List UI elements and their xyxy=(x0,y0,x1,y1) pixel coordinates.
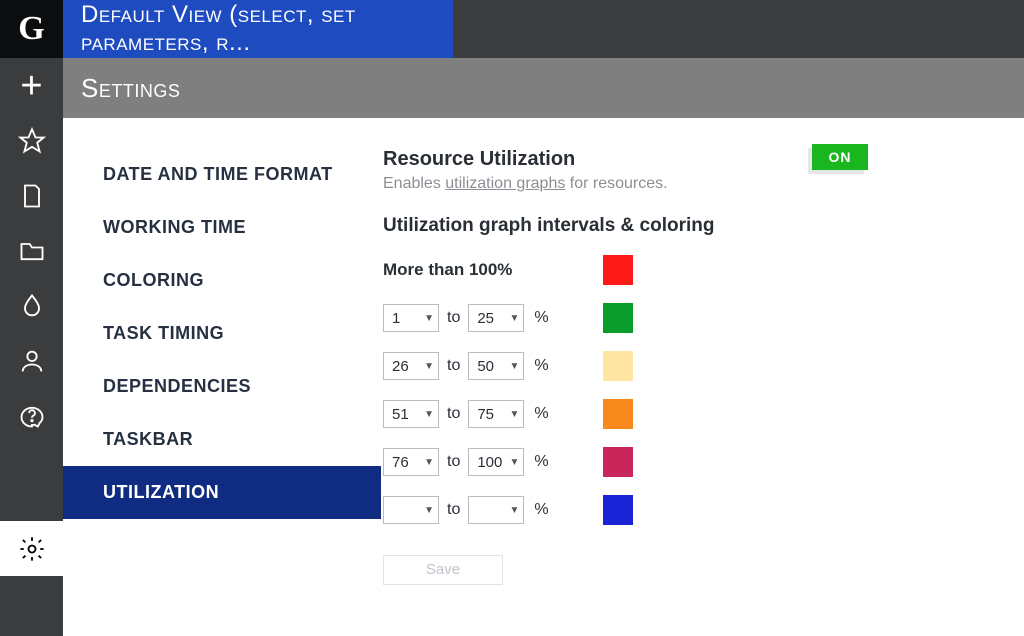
utilization-panel: Resource Utilization Enables utilization… xyxy=(381,118,1024,636)
interval-row-3: 51▼ to 75▼ % xyxy=(383,399,1004,429)
panel-description: Enables utilization graphs for resources… xyxy=(383,175,788,193)
interval-row-overflow: More than 100% xyxy=(383,255,1004,285)
to-label: to xyxy=(447,357,460,375)
tab-date-time-format[interactable]: DATE AND TIME FORMAT xyxy=(63,148,381,201)
interval-row-1: 1▼ to 25▼ % xyxy=(383,303,1004,333)
interval-3-to-select[interactable]: 75▼ xyxy=(468,400,524,428)
utilization-graphs-link[interactable]: utilization graphs xyxy=(445,175,565,192)
folder-icon[interactable] xyxy=(0,223,63,278)
chevron-down-icon: ▼ xyxy=(424,409,434,420)
chevron-down-icon: ▼ xyxy=(509,409,519,420)
interval-row-2: 26▼ to 50▼ % xyxy=(383,351,1004,381)
interval-2-to-select[interactable]: 50▼ xyxy=(468,352,524,380)
toggle-on-label: ON xyxy=(812,144,868,170)
interval-4-to-select[interactable]: 100▼ xyxy=(468,448,524,476)
resource-utilization-toggle[interactable]: ON xyxy=(808,148,864,174)
to-label: to xyxy=(447,309,460,327)
panel-title: Resource Utilization xyxy=(383,148,788,171)
chevron-down-icon: ▼ xyxy=(509,505,519,516)
interval-5-from-select[interactable]: ▼ xyxy=(383,496,439,524)
interval-row-5: ▼ to ▼ % xyxy=(383,495,1004,525)
color-swatch-4[interactable] xyxy=(603,447,633,477)
color-swatch-5[interactable] xyxy=(603,495,633,525)
interval-2-from-select[interactable]: 26▼ xyxy=(383,352,439,380)
color-swatch-3[interactable] xyxy=(603,399,633,429)
file-icon[interactable] xyxy=(0,168,63,223)
more-than-label: More than 100% xyxy=(383,260,593,280)
color-swatch-2[interactable] xyxy=(603,351,633,381)
title-area: Default View (select, set parameters, r.… xyxy=(63,0,1024,58)
interval-3-from-select[interactable]: 51▼ xyxy=(383,400,439,428)
save-button[interactable]: Save xyxy=(383,555,503,585)
chevron-down-icon: ▼ xyxy=(424,313,434,324)
percent-label: % xyxy=(534,405,548,423)
chevron-down-icon: ▼ xyxy=(509,457,519,468)
star-icon[interactable] xyxy=(0,113,63,168)
to-label: to xyxy=(447,501,460,519)
tab-utilization[interactable]: UTILIZATION xyxy=(63,466,381,519)
intervals-heading: Utilization graph intervals & coloring xyxy=(383,215,1004,237)
gear-icon[interactable] xyxy=(0,521,63,576)
chevron-down-icon: ▼ xyxy=(509,361,519,372)
percent-label: % xyxy=(534,309,548,327)
percent-label: % xyxy=(534,357,548,375)
color-swatch-overflow[interactable] xyxy=(603,255,633,285)
percent-label: % xyxy=(534,453,548,471)
user-icon[interactable] xyxy=(0,333,63,388)
chevron-down-icon: ▼ xyxy=(424,361,434,372)
plus-icon[interactable]: + xyxy=(0,58,63,113)
tab-task-timing[interactable]: TASK TIMING xyxy=(63,307,381,360)
interval-1-to-select[interactable]: 25▼ xyxy=(468,304,524,332)
interval-row-4: 76▼ to 100▼ % xyxy=(383,447,1004,477)
to-label: to xyxy=(447,405,460,423)
chevron-down-icon: ▼ xyxy=(424,505,434,516)
page-title: Settings xyxy=(63,58,1024,118)
app-logo[interactable]: G xyxy=(0,0,63,58)
nav-rail: G + xyxy=(0,0,63,636)
settings-tabs: DATE AND TIME FORMAT WORKING TIME COLORI… xyxy=(63,118,381,636)
tab-working-time[interactable]: WORKING TIME xyxy=(63,201,381,254)
interval-1-from-select[interactable]: 1▼ xyxy=(383,304,439,332)
chevron-down-icon: ▼ xyxy=(509,313,519,324)
help-icon[interactable] xyxy=(0,388,63,443)
interval-4-from-select[interactable]: 76▼ xyxy=(383,448,439,476)
color-swatch-1[interactable] xyxy=(603,303,633,333)
chevron-down-icon: ▼ xyxy=(424,457,434,468)
view-title[interactable]: Default View (select, set parameters, r.… xyxy=(63,0,453,58)
tab-dependencies[interactable]: DEPENDENCIES xyxy=(63,360,381,413)
percent-label: % xyxy=(534,501,548,519)
tab-taskbar[interactable]: TASKBAR xyxy=(63,413,381,466)
to-label: to xyxy=(447,453,460,471)
interval-5-to-select[interactable]: ▼ xyxy=(468,496,524,524)
drop-icon[interactable] xyxy=(0,278,63,333)
tab-coloring[interactable]: COLORING xyxy=(63,254,381,307)
